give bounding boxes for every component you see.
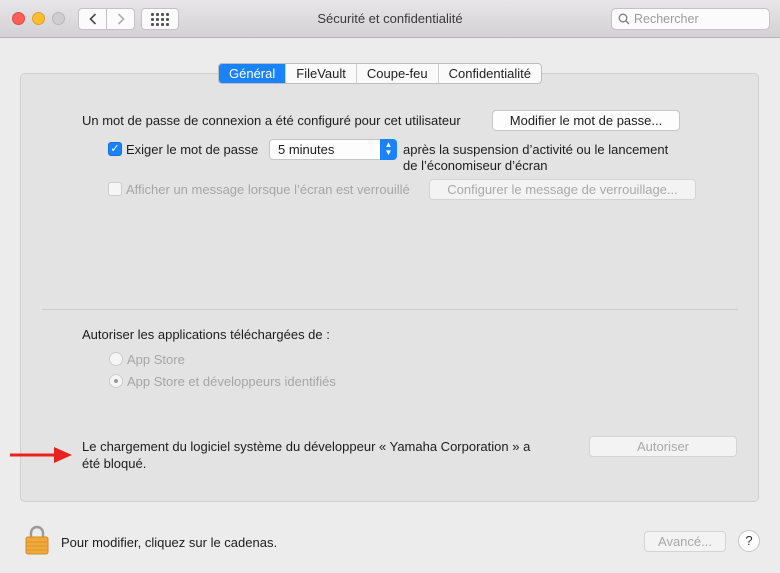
lock-hint-text: Pour modifier, cliquez sur le cadenas.: [61, 535, 278, 550]
lock-icon[interactable]: [25, 525, 49, 555]
allow-apps-heading: Autoriser les applications téléchargées …: [82, 327, 330, 342]
require-password-delay-select[interactable]: 5 minutes ▲ ▼: [269, 139, 397, 160]
require-password-checkbox[interactable]: ✓: [108, 142, 122, 156]
help-button[interactable]: ?: [738, 530, 760, 552]
require-password-suffix-line1: après la suspension d’activité ou le lan…: [403, 142, 669, 157]
radio-app-store-identified[interactable]: [109, 374, 123, 388]
lock-message-checkbox[interactable]: [108, 182, 122, 196]
section-divider: [42, 309, 738, 310]
tab-filevault[interactable]: FileVault: [285, 64, 356, 83]
change-password-button[interactable]: Modifier le mot de passe...: [492, 110, 680, 131]
radio-app-store-label: App Store: [127, 352, 185, 367]
set-lock-message-button[interactable]: Configurer le message de verrouillage...: [429, 179, 696, 200]
lock-message-label: Afficher un message lorsque l’écran est …: [126, 182, 410, 197]
tab-bar: Général FileVault Coupe-feu Confidential…: [218, 63, 542, 84]
search-field[interactable]: [611, 8, 770, 30]
allow-button[interactable]: Autoriser: [589, 436, 737, 457]
require-password-label: Exiger le mot de passe: [126, 142, 259, 157]
delay-select-value: 5 minutes: [278, 142, 335, 157]
search-input[interactable]: [634, 12, 764, 26]
advanced-button[interactable]: Avancé...: [644, 531, 726, 552]
radio-app-store[interactable]: [109, 352, 123, 366]
red-arrow-annotation-icon: [10, 447, 72, 463]
blocked-software-text-line1: Le chargement du logiciel système du dév…: [82, 439, 531, 454]
blocked-software-text-line2: été bloqué.: [82, 456, 147, 471]
tab-firewall[interactable]: Coupe-feu: [355, 64, 438, 83]
require-password-suffix-line2: de l’économiseur d’écran: [403, 158, 548, 173]
tab-privacy[interactable]: Confidentialité: [437, 64, 541, 83]
tab-general[interactable]: Général: [219, 64, 286, 83]
radio-app-store-identified-label: App Store et développeurs identifiés: [127, 374, 336, 389]
popup-arrows-icon: ▲ ▼: [380, 139, 397, 160]
search-icon: [618, 13, 630, 25]
title-bar: Sécurité et confidentialité: [0, 0, 780, 38]
password-status-text: Un mot de passe de connexion a été confi…: [82, 113, 461, 128]
